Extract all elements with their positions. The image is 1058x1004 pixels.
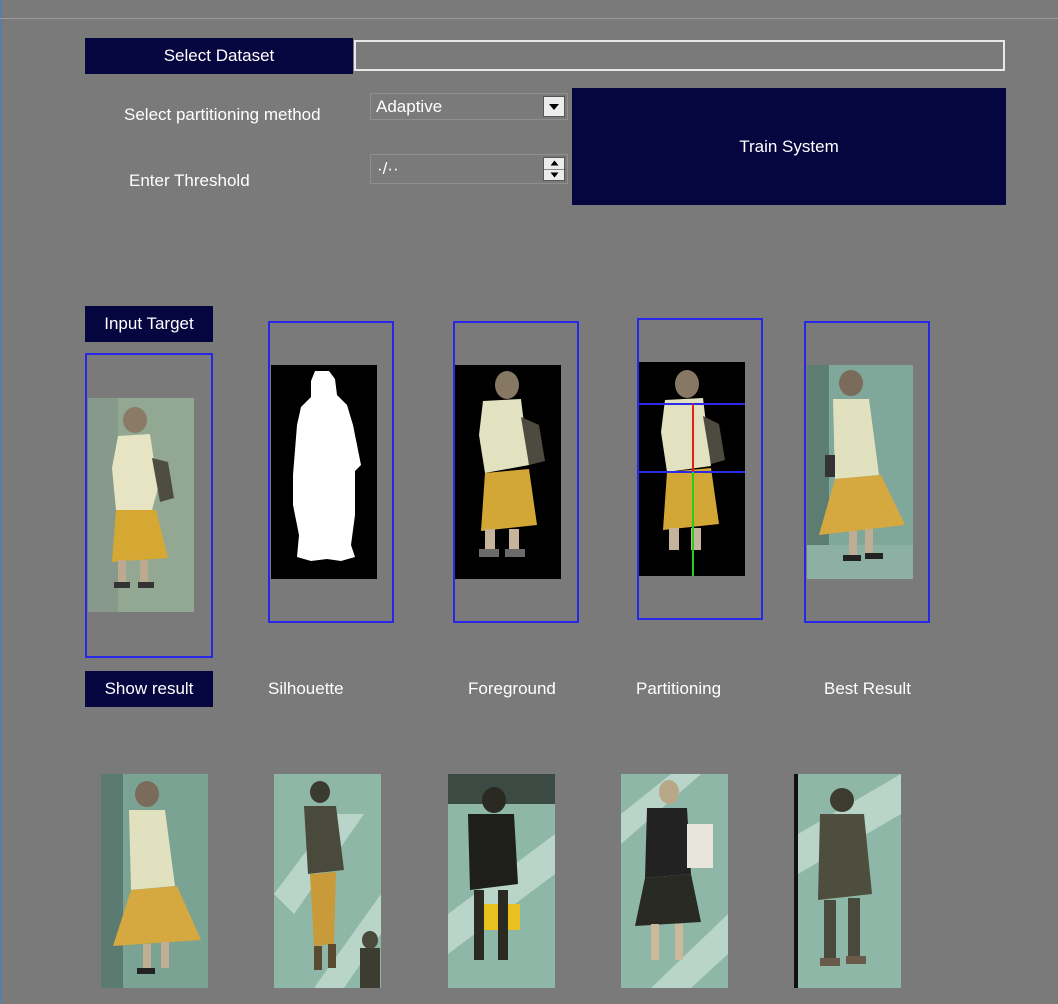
select-dataset-button[interactable]: Select Dataset	[85, 38, 353, 74]
window-left-edge	[0, 0, 2, 1004]
foreground-image	[455, 365, 561, 579]
show-result-button[interactable]: Show result	[85, 671, 213, 707]
partitioning-caption: Partitioning	[636, 679, 722, 698]
threshold-label: Enter Threshold	[129, 171, 250, 190]
input-target-button[interactable]: Input Target	[85, 306, 213, 342]
arrow-up-icon[interactable]	[544, 158, 564, 169]
result-thumbnail-3[interactable]	[448, 774, 555, 988]
title-divider	[0, 18, 1058, 19]
arrow-down-icon[interactable]	[544, 168, 564, 181]
silhouette-image	[271, 365, 377, 579]
chevron-down-icon[interactable]	[543, 96, 565, 117]
threshold-value: ·/··	[377, 159, 399, 178]
silhouette-caption: Silhouette	[268, 679, 344, 698]
result-thumbnail-5[interactable]	[794, 774, 901, 988]
partition-method-label: Select partitioning method	[124, 105, 321, 124]
input-target-image	[88, 398, 194, 612]
result-thumbnail-4[interactable]	[621, 774, 728, 988]
foreground-caption: Foreground	[468, 679, 556, 698]
best-result-image	[807, 365, 913, 579]
result-thumbnail-2[interactable]	[274, 774, 381, 988]
partition-method-select[interactable]: Adaptive	[370, 93, 568, 120]
dataset-path-field[interactable]	[354, 40, 1005, 71]
best-result-caption: Best Result	[824, 679, 911, 698]
partitioning-image	[639, 362, 745, 576]
threshold-spinbox[interactable]: ·/··	[370, 154, 568, 184]
train-system-button[interactable]: Train System	[572, 88, 1006, 205]
partition-method-value: Adaptive	[376, 97, 443, 116]
result-thumbnail-1[interactable]	[101, 774, 208, 988]
